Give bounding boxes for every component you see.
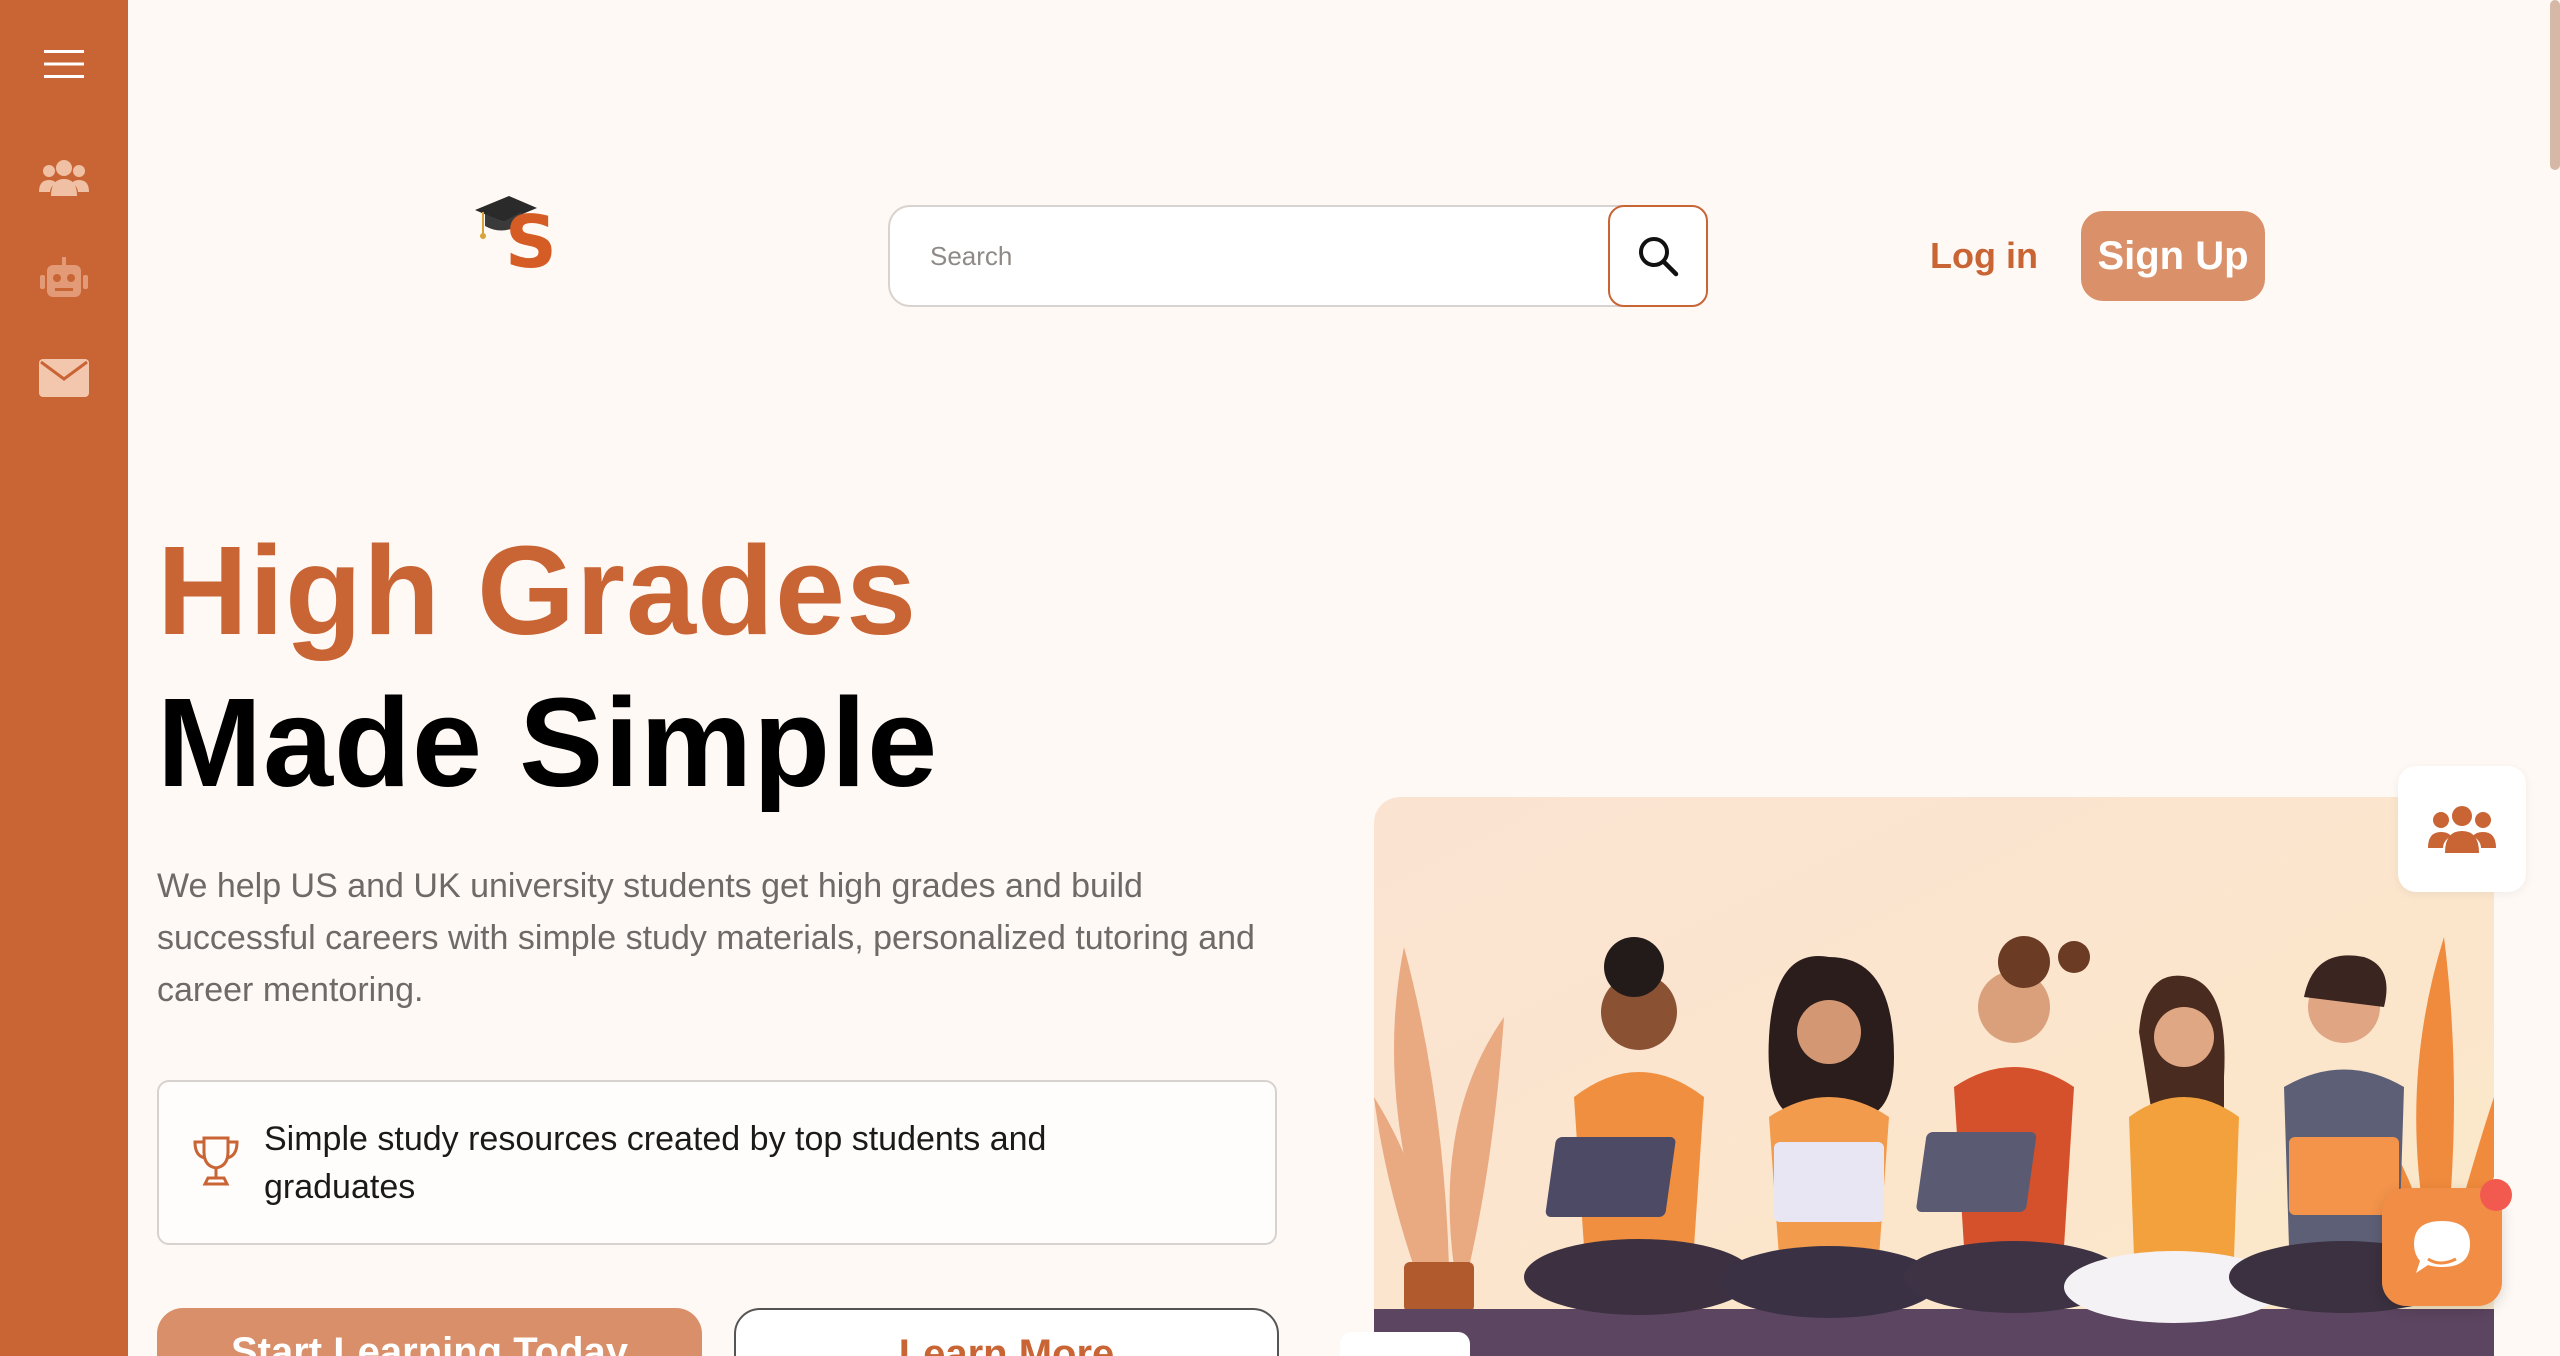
mail-icon	[39, 359, 89, 397]
hero-title-line1: High Grades	[157, 520, 918, 661]
chat-bubble-icon	[2414, 1221, 2470, 1273]
users-icon	[39, 160, 89, 196]
hero-description: We help US and UK university students ge…	[157, 867, 1255, 1009]
search-bar	[888, 205, 1708, 307]
menu-icon	[44, 50, 84, 78]
search-input[interactable]	[888, 205, 1622, 307]
sidebar-item-ai-assistant[interactable]	[0, 250, 128, 306]
bottom-tab	[1340, 1332, 1470, 1356]
feature-text: Simple study resources created by top st…	[264, 1120, 1047, 1206]
signup-button[interactable]: Sign Up	[2081, 211, 2265, 301]
feature-card: Simple study resources created by top st…	[157, 1080, 1277, 1245]
community-widget-button[interactable]	[2398, 766, 2526, 892]
menu-button[interactable]	[0, 40, 128, 88]
notification-dot	[2480, 1179, 2512, 1211]
sidebar	[0, 0, 128, 1356]
sidebar-item-community[interactable]	[0, 150, 128, 206]
hero-title: High Grades Made Simple	[157, 515, 938, 819]
learn-more-button[interactable]: Learn More	[734, 1308, 1279, 1356]
scrollbar[interactable]	[2550, 0, 2560, 170]
logo[interactable]: S	[475, 192, 565, 282]
search-button[interactable]	[1608, 205, 1708, 307]
robot-icon	[40, 257, 88, 297]
search-icon	[1639, 237, 1679, 277]
start-learning-button[interactable]: Start Learning Today	[157, 1308, 702, 1356]
sidebar-item-messages[interactable]	[0, 350, 128, 406]
users-icon	[2428, 806, 2496, 853]
login-link[interactable]: Log in	[1930, 228, 2038, 284]
trophy-icon	[193, 1136, 239, 1186]
logo-letter: S	[505, 200, 557, 284]
hero-title-line2: Made Simple	[157, 672, 939, 813]
students-illustration	[1374, 797, 2494, 1356]
